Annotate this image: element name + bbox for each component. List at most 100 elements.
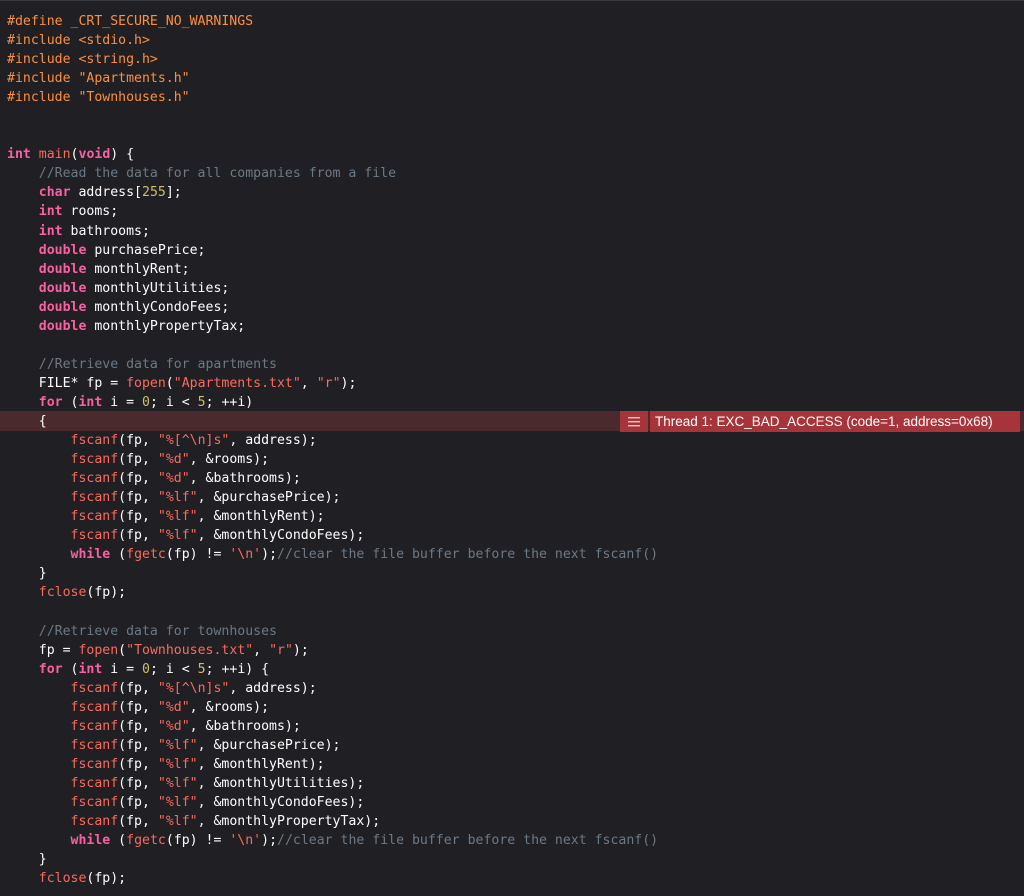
code-token: fgetc [126, 547, 166, 563]
code-line[interactable]: double purchasePrice; [7, 241, 658, 260]
code-line[interactable]: fclose(fp); [7, 869, 658, 888]
code-token: #define _CRT_SECURE_NO_WARNINGS [7, 14, 254, 29]
code-line[interactable]: fscanf(fp, "%lf", &monthlyCondoFees); [7, 793, 658, 812]
code-token: void [78, 147, 111, 163]
code-token: ; ++i) [205, 394, 254, 410]
code-line[interactable]: while (fgetc(fp) != '\n');//clear the fi… [7, 831, 659, 850]
code-line[interactable]: //Read the data for all companies from a… [7, 164, 658, 183]
code-line[interactable]: } [7, 850, 658, 869]
code-line[interactable]: #include <stdio.h> [7, 31, 658, 50]
code-token: ) { [110, 147, 135, 163]
code-line[interactable] [7, 336, 658, 355]
code-line[interactable]: #include "Apartments.h" [7, 69, 658, 88]
error-badge[interactable]: Thread 1: EXC_BAD_ACCESS (code=1, addres… [620, 411, 1020, 432]
code-token: ( [165, 375, 174, 391]
code-line[interactable] [7, 126, 658, 145]
code-token: "%[^\n]s" [157, 433, 230, 449]
code-line[interactable]: fscanf(fp, "%[^\n]s", address); [7, 431, 658, 450]
code-line[interactable]: fp = fopen("Townhouses.txt", "r"); [7, 641, 658, 660]
code-token: (fp, [118, 680, 158, 696]
code-line[interactable]: double monthlyPropertyTax; [7, 317, 658, 336]
code-token: } [7, 852, 47, 868]
code-line[interactable]: double monthlyCondoFees; [7, 298, 658, 317]
code-line[interactable]: double monthlyUtilities; [7, 279, 658, 298]
code-line[interactable]: FILE* fp = fopen("Apartments.txt", "r"); [7, 374, 658, 393]
code-line[interactable]: fscanf(fp, "%d", &rooms); [7, 450, 658, 469]
code-editor[interactable]: #define _CRT_SECURE_NO_WARNINGS #include … [0, 0, 1024, 896]
code-line[interactable]: double monthlyRent; [7, 260, 658, 279]
code-line[interactable]: #include "Townhouses.h" [7, 88, 658, 107]
code-token: fscanf [70, 775, 119, 791]
code-line[interactable]: fscanf(fp, "%lf", &monthlyPropertyTax); [7, 812, 658, 831]
code-area[interactable]: #define _CRT_SECURE_NO_WARNINGS #include … [7, 12, 658, 888]
code-token: , &purchasePrice); [197, 490, 341, 506]
code-line[interactable]: int main(void) { [7, 145, 658, 164]
code-token: , [253, 642, 270, 658]
code-token: (fp, [118, 452, 158, 468]
code-token: double [38, 242, 87, 258]
code-line[interactable]: fscanf(fp, "%lf", &monthlyRent); [7, 755, 658, 774]
code-line[interactable]: fscanf(fp, "%d", &rooms); [7, 698, 658, 717]
code-line[interactable]: for (int i = 0; i < 5; ++i) { [7, 660, 658, 679]
code-line[interactable]: { [7, 412, 658, 431]
code-token: , address); [229, 433, 317, 449]
code-token: 5 [197, 661, 206, 677]
code-line[interactable]: fscanf(fp, "%lf", &purchasePrice); [7, 736, 658, 755]
code-token: ); [292, 642, 309, 658]
code-line[interactable]: #define _CRT_SECURE_NO_WARNINGS [7, 12, 658, 31]
code-line[interactable] [7, 602, 658, 621]
code-token: , &purchasePrice); [197, 737, 341, 753]
code-token: for [38, 661, 63, 677]
code-token: "%[^\n]s" [157, 680, 230, 696]
code-line[interactable]: } [7, 564, 658, 583]
code-token: fscanf [70, 737, 119, 753]
code-line[interactable]: for (int i = 0; i < 5; ++i) [7, 393, 658, 412]
code-token: fclose [38, 585, 87, 601]
code-line[interactable] [7, 107, 658, 126]
code-token: (fp) != [165, 833, 230, 849]
code-token: fscanf [70, 794, 119, 810]
code-line[interactable]: int bathrooms; [7, 222, 658, 241]
code-line[interactable]: fscanf(fp, "%d", &bathrooms); [7, 469, 658, 488]
code-line[interactable]: char address[255]; [7, 183, 658, 202]
code-token: , &monthlyRent); [197, 509, 325, 525]
code-line[interactable]: fscanf(fp, "%lf", &monthlyRent); [7, 507, 658, 526]
code-token: , &monthlyPropertyTax); [197, 813, 381, 829]
code-line[interactable]: fscanf(fp, "%lf", &purchasePrice); [7, 488, 658, 507]
code-token: fgetc [126, 833, 166, 849]
code-token: ( [70, 147, 79, 163]
code-line[interactable]: int rooms; [7, 202, 658, 221]
code-line[interactable]: //Retrieve data for townhouses [7, 622, 658, 641]
code-line[interactable]: fscanf(fp, "%lf", &monthlyUtilities); [7, 774, 658, 793]
code-token: ( [110, 547, 127, 563]
code-token: { [7, 413, 47, 429]
code-token: bathrooms; [62, 223, 150, 239]
code-line[interactable]: fscanf(fp, "%[^\n]s", address); [7, 679, 658, 698]
code-token: for [38, 394, 63, 410]
code-token: ( [110, 833, 127, 849]
code-token: ( [118, 642, 127, 658]
code-line[interactable]: fscanf(fp, "%d", &bathrooms); [7, 717, 658, 736]
code-token: (fp, [118, 813, 158, 829]
code-line[interactable]: //Retrieve data for apartments [7, 355, 658, 374]
code-token: (fp); [86, 585, 127, 601]
code-token: , &bathrooms); [189, 718, 301, 734]
list-icon[interactable] [620, 411, 648, 432]
code-token: "%lf" [157, 490, 198, 506]
code-line[interactable]: fscanf(fp, "%lf", &monthlyCondoFees); [7, 526, 658, 545]
code-line[interactable]: #include <string.h> [7, 50, 658, 69]
code-line[interactable]: while (fgetc(fp) != '\n');//clear the fi… [7, 545, 659, 564]
code-token: (fp, [118, 737, 158, 753]
code-token: 0 [142, 394, 150, 410]
code-line[interactable]: fclose(fp); [7, 583, 658, 602]
